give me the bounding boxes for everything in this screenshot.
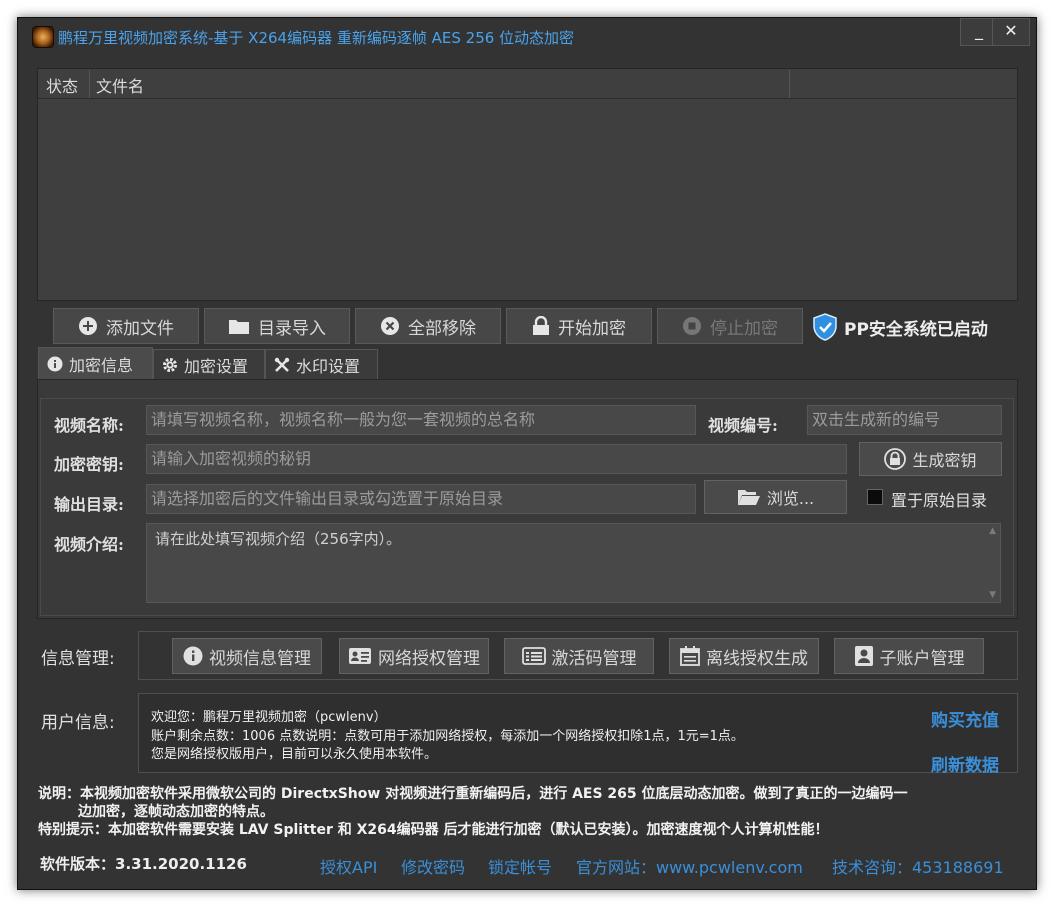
import-directory-label: 目录导入: [258, 318, 326, 339]
user-info-label: 用户信息:: [41, 713, 115, 733]
remove-all-button[interactable]: 全部移除: [355, 308, 501, 344]
security-status: PP安全系统已启动: [812, 313, 988, 341]
activation-code-management-label: 激活码管理: [551, 648, 637, 669]
title-bar[interactable]: 鹏程万里视频加密系统-基于 X264编码器 重新编码逐帧 AES 256 位动态…: [18, 18, 1036, 56]
tab-encrypt-settings[interactable]: 加密设置: [153, 349, 265, 379]
id-card-icon: [349, 648, 371, 664]
output-dir-input[interactable]: 请选择加密后的文件输出目录或勾选置于原始目录: [146, 484, 696, 514]
column-divider[interactable]: [89, 70, 90, 98]
generate-key-label: 生成密钥: [912, 451, 977, 470]
lock-account-link[interactable]: 锁定帐号: [488, 854, 552, 878]
special-notice: 特别提示：本加密软件需要安装 LAV Splitter 和 X264编码器 后才…: [38, 822, 829, 838]
shield-icon: [813, 313, 837, 341]
file-list-header: 状态 文件名: [38, 69, 1017, 99]
app-logo-icon: [32, 26, 54, 48]
stop-encrypt-label: 停止加密: [710, 318, 778, 339]
video-name-input[interactable]: 请填写视频名称，视频名称一般为您一套视频的总名称: [146, 405, 696, 435]
add-file-label: 添加文件: [106, 318, 174, 339]
video-id-label: 视频编号:: [708, 416, 778, 435]
buy-recharge-link[interactable]: 购买充值: [931, 706, 999, 731]
list-icon: [521, 647, 546, 665]
encrypt-key-label: 加密密钥:: [54, 455, 124, 474]
network-auth-management-button[interactable]: 网络授权管理: [339, 638, 489, 674]
sub-account-management-label: 子账户管理: [879, 648, 965, 669]
column-divider[interactable]: [789, 70, 790, 98]
generate-key-button[interactable]: 生成密钥: [859, 442, 1002, 476]
app-window: 鹏程万里视频加密系统-基于 X264编码器 重新编码逐帧 AES 256 位动态…: [17, 17, 1037, 890]
video-name-label: 视频名称:: [54, 416, 124, 435]
change-password-link[interactable]: 修改密码: [401, 854, 465, 878]
close-circle-icon: [381, 317, 399, 335]
points-text: 账户剩余点数：1006 点数说明：点数可用于添加网络授权，每添加一个网络授权扣除…: [151, 729, 744, 744]
place-original-checkbox[interactable]: [867, 489, 883, 505]
scroll-up-arrow[interactable]: ▲: [989, 526, 996, 536]
tab-encrypt-info-label: 加密信息: [69, 355, 134, 375]
sub-account-management-button[interactable]: 子账户管理: [834, 638, 984, 674]
user-badge-icon: [854, 646, 873, 666]
lock-icon: [533, 316, 549, 335]
network-auth-management-label: 网络授权管理: [378, 648, 480, 669]
output-dir-label: 输出目录:: [54, 495, 124, 514]
info-icon: [47, 356, 63, 371]
tab-encrypt-settings-label: 加密设置: [184, 356, 249, 376]
video-intro-textarea[interactable]: 请在此处填写视频介绍（256字内）。 ▲ ▼: [146, 523, 1001, 603]
software-version: 软件版本：3.31.2020.1126: [40, 855, 247, 873]
offline-auth-generate-label: 离线授权生成: [706, 648, 808, 669]
open-folder-icon: [737, 490, 760, 505]
welcome-text: 欢迎您：鹏程万里视频加密（pcwlenv）: [151, 710, 387, 725]
stop-icon: [683, 317, 701, 335]
remove-all-label: 全部移除: [408, 318, 476, 339]
info-management-label: 信息管理:: [41, 649, 115, 669]
info-icon: [183, 646, 203, 666]
refresh-data-link[interactable]: 刷新数据: [931, 751, 999, 776]
folder-icon: [229, 320, 249, 334]
browse-button[interactable]: 浏览...: [704, 480, 847, 514]
column-filename[interactable]: 文件名: [96, 73, 144, 97]
user-info-box: 欢迎您：鹏程万里视频加密（pcwlenv） 账户剩余点数：1006 点数说明：点…: [138, 693, 1018, 776]
description-line1: 说明：本视频加密软件采用微软公司的 DirectxShow 对视频进行重新编码后…: [38, 786, 908, 802]
browse-label: 浏览...: [766, 489, 815, 508]
security-status-label: PP安全系统已启动: [844, 319, 988, 340]
video-intro-label: 视频介绍:: [54, 535, 124, 554]
import-directory-button[interactable]: 目录导入: [204, 308, 350, 344]
window-title: 鹏程万里视频加密系统-基于 X264编码器 重新编码逐帧 AES 256 位动态…: [58, 29, 575, 47]
tab-watermark-settings-label: 水印设置: [296, 356, 361, 376]
encrypt-key-input[interactable]: 请输入加密视频的秘钥: [146, 444, 847, 474]
description-line2: 边加密，逐帧动态加密的特点。: [78, 804, 274, 820]
tech-support-link[interactable]: 技术咨询：453188691: [832, 854, 1004, 878]
activation-code-management-button[interactable]: 激活码管理: [504, 638, 654, 674]
place-original-label: 置于原始目录: [891, 491, 988, 510]
start-encrypt-button[interactable]: 开始加密: [506, 308, 652, 344]
gear-icon: [163, 357, 177, 372]
start-encrypt-label: 开始加密: [558, 318, 626, 339]
file-list[interactable]: 状态 文件名: [37, 68, 1018, 301]
tab-watermark-settings[interactable]: 水印设置: [265, 349, 378, 379]
auth-api-link[interactable]: 授权API: [320, 854, 377, 878]
add-file-button[interactable]: 添加文件: [53, 308, 199, 344]
scroll-down-arrow[interactable]: ▼: [989, 590, 996, 600]
video-intro-text: 请在此处填写视频介绍（256字内）。: [155, 530, 402, 548]
video-info-management-label: 视频信息管理: [209, 648, 311, 669]
license-text: 您是网络授权版用户，目前可以永久使用本软件。: [151, 747, 438, 762]
official-website-link[interactable]: 官方网站：www.pcwlenv.com: [576, 854, 803, 878]
tab-encrypt-info[interactable]: 加密信息: [38, 347, 153, 379]
lock-circle-icon: [884, 448, 907, 470]
plus-circle-icon: [79, 317, 97, 335]
video-id-input[interactable]: 双击生成新的编号: [807, 405, 1002, 435]
offline-auth-generate-button[interactable]: 离线授权生成: [669, 638, 819, 674]
calendar-icon: [680, 646, 700, 666]
column-status[interactable]: 状态: [46, 73, 78, 97]
stop-encrypt-button[interactable]: 停止加密: [657, 308, 803, 344]
close-button[interactable]: ✕: [992, 18, 1030, 46]
tools-icon: [274, 357, 290, 372]
video-info-management-button[interactable]: 视频信息管理: [172, 638, 322, 674]
